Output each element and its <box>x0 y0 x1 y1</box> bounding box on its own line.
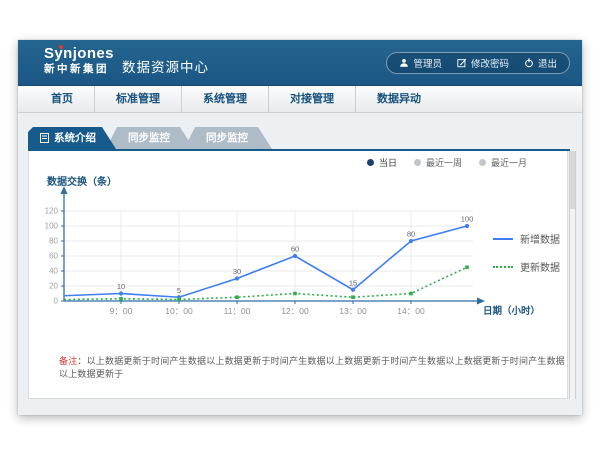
user-icon <box>399 58 409 68</box>
footnote-text: 以上数据更新于时间产生数据以上数据更新于时间产生数据以上数据更新于时间产生数据以… <box>59 356 565 379</box>
x-tick-label: 13：00 <box>339 306 367 316</box>
nav-item-data-change[interactable]: 数据异动 <box>355 86 442 112</box>
series-0-point <box>351 288 355 292</box>
series-1-point <box>293 292 297 296</box>
radio-label: 最近一周 <box>426 156 462 169</box>
app-window: Synjones 新中新集团 数据资源中心 管理员修改密码退出 首页标准管理系统… <box>18 40 582 415</box>
series-1-point <box>235 295 239 299</box>
y-tick-label: 20 <box>49 282 58 291</box>
legend-label: 新增数据 <box>520 231 560 246</box>
nav-item-interface-mgmt[interactable]: 对接管理 <box>268 86 355 112</box>
x-tick-label: 9：00 <box>110 306 133 316</box>
nav-item-system-mgmt[interactable]: 系统管理 <box>181 86 268 112</box>
chart-legend: 新增数据更新数据 <box>493 231 560 287</box>
user-button[interactable]: 管理员 <box>399 56 442 70</box>
series-0-point-label: 15 <box>349 278 357 287</box>
line-chart: 0 20 40 60 80 100 120 9：00 10：00 11：00 12：00 13：00 1… <box>39 173 549 333</box>
series-0-point-label: 80 <box>407 230 415 239</box>
series-0-point-label: 5 <box>177 286 181 295</box>
logo-subtitle: 新中新集团 <box>44 64 114 75</box>
radio-option-2[interactable]: 最近一月 <box>479 156 527 169</box>
radio-label: 当日 <box>379 156 397 169</box>
header-action-label: 退出 <box>538 56 557 70</box>
header-actions: 管理员 修改密码 退出 <box>386 52 570 74</box>
legend-swatch-icon <box>493 238 513 240</box>
logo-red-accent-icon <box>59 45 63 49</box>
footnote: 备注：以上数据更新于时间产生数据以上数据更新于时间产生数据以上数据更新于时间产生… <box>59 354 567 380</box>
nav-item-standard-mgmt[interactable]: 标准管理 <box>94 86 181 112</box>
footnote-label: 备注： <box>59 356 87 366</box>
series-0-point <box>409 239 413 243</box>
nav-bar: 首页标准管理系统管理对接管理数据异动 <box>18 86 582 113</box>
header: Synjones 新中新集团 数据资源中心 管理员 修改密码 退出 <box>18 40 582 86</box>
tab-label: 系统介绍 <box>54 127 96 149</box>
header-action-label: 修改密码 <box>471 56 509 70</box>
content-panel: 当日最近一周最近一月 数据交换（条） 0204060801001209：0010… <box>28 151 568 399</box>
series-1-point <box>119 297 123 301</box>
series-0-point-label: 10 <box>117 282 125 291</box>
series-1-point <box>409 292 413 296</box>
x-axis-title: 日期（小时） <box>483 305 540 317</box>
y-tick-label: 120 <box>45 207 59 216</box>
logo-wordmark: Synjones <box>44 46 114 61</box>
change-password-button[interactable]: 修改密码 <box>457 56 509 70</box>
nav-item-home[interactable]: 首页 <box>30 86 94 112</box>
content-area: 系统介绍同步监控同步监控 当日最近一周最近一月 数据交换（条） 02040608… <box>18 114 582 415</box>
radio-option-0[interactable]: 当日 <box>367 156 397 169</box>
legend-item-0[interactable]: 新增数据 <box>493 231 560 246</box>
legend-item-1[interactable]: 更新数据 <box>493 259 560 274</box>
tab-label: 同步监控 <box>128 127 170 149</box>
header-action-label: 管理员 <box>413 56 442 70</box>
power-icon <box>524 58 534 68</box>
x-tick-label: 10：00 <box>165 306 193 316</box>
series-0-point <box>119 291 123 295</box>
legend-swatch-icon <box>493 266 513 268</box>
x-tick-label: 11：00 <box>224 306 251 316</box>
y-tick-label: 0 <box>54 297 59 306</box>
series-0-point <box>293 254 297 258</box>
x-tick-label: 14：00 <box>397 306 425 316</box>
y-tick-label: 80 <box>49 237 58 246</box>
tab-0-active[interactable]: 系统介绍 <box>28 127 116 149</box>
radio-option-1[interactable]: 最近一周 <box>414 156 462 169</box>
y-tick-label: 100 <box>45 222 59 231</box>
y-tick-label: 40 <box>49 267 58 276</box>
y-tick-label: 60 <box>49 252 58 261</box>
scrollbar-track[interactable] <box>569 151 576 399</box>
radio-dot-icon <box>414 159 421 166</box>
radio-dot-icon <box>479 159 486 166</box>
time-range-radio-group: 当日 最近一周 最近一月 <box>367 156 527 169</box>
series-0-point <box>235 276 239 280</box>
series-0-point <box>465 224 469 228</box>
scrollbar-thumb[interactable] <box>570 151 575 209</box>
series-1-point <box>351 295 355 299</box>
logout-button[interactable]: 退出 <box>524 56 557 70</box>
series-1-point <box>177 298 181 302</box>
radio-label: 最近一月 <box>491 156 527 169</box>
series-0-point-label: 60 <box>291 245 299 254</box>
series-1-point <box>465 265 469 269</box>
radio-dot-icon <box>367 159 374 166</box>
y-axis-arrow-icon <box>61 186 68 194</box>
legend-label: 更新数据 <box>520 259 560 274</box>
series-0-point-label: 30 <box>233 267 241 276</box>
x-tick-label: 12：00 <box>281 306 309 316</box>
tab-2[interactable]: 同步监控 <box>184 127 272 149</box>
tab-label: 同步监控 <box>206 127 248 149</box>
tab-1[interactable]: 同步监控 <box>106 127 194 149</box>
tab-strip: 系统介绍 同步监控 同步监控 <box>28 127 262 149</box>
x-axis-arrow-icon <box>477 298 485 305</box>
edit-icon <box>457 58 467 68</box>
app-title: 数据资源中心 <box>122 56 209 76</box>
doc-icon <box>40 133 49 143</box>
synjones-logo: Synjones 新中新集团 <box>44 46 114 75</box>
series-0-point-label: 100 <box>461 215 474 224</box>
